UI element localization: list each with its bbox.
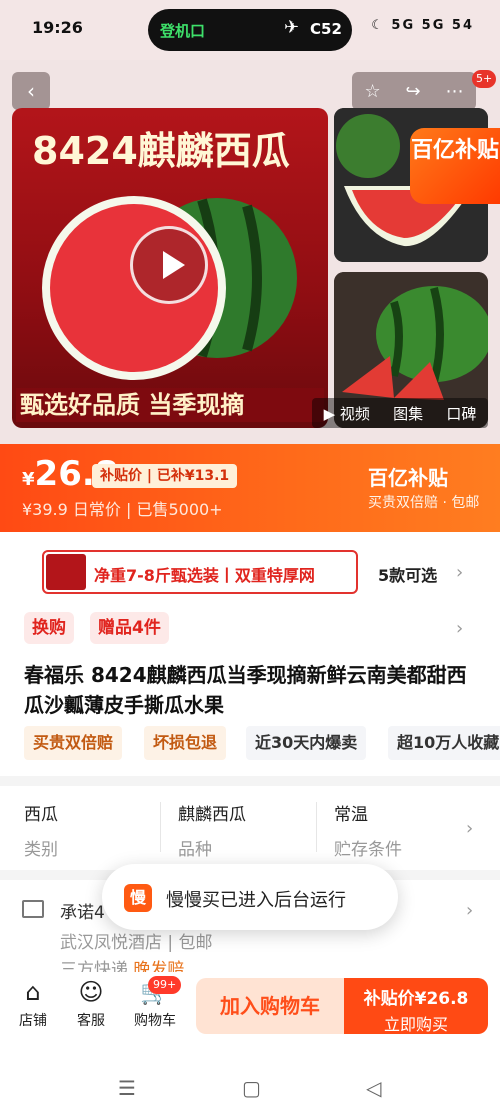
feature-damage-return: 坏损包退 [144, 726, 227, 760]
chevron-right-icon[interactable]: › [466, 818, 473, 839]
buy-now-button[interactable]: 补贴价¥26.8 立即购买 [344, 978, 488, 1034]
chevron-right-icon[interactable]: › [456, 618, 463, 639]
spec-label: 净重7-8斤甄选装丨双重特厚网 [94, 566, 315, 585]
star-icon[interactable]: ☆ [364, 81, 380, 102]
app-logo-icon: 慢 [124, 884, 152, 912]
attr-value: 西瓜 [24, 805, 58, 825]
home-icon[interactable]: ▢ [242, 1076, 261, 1100]
section-divider [0, 776, 500, 786]
image-title: 8424麒麟西瓜 [32, 129, 290, 173]
back-icon[interactable]: ◁ [366, 1076, 381, 1100]
attr-key: 品种 [178, 840, 212, 860]
attr-category: 西瓜 类别 [24, 800, 58, 860]
dynamic-island[interactable]: 登机口 ✈ C52 [148, 9, 352, 51]
buy-label: 立即购买 [383, 1015, 448, 1034]
chevron-right-icon[interactable]: › [466, 900, 473, 921]
top-action-group: ☆ ↪ ⋯ [352, 72, 476, 110]
attr-variety: 麒麟西瓜 品种 [178, 800, 246, 860]
attr-value: 常温 [334, 805, 368, 825]
buy-price: 补贴价¥26.8 [363, 989, 469, 1009]
store-label: 店铺 [19, 1013, 47, 1029]
system-navigation-bar: ☰ ▢ ◁ [0, 1062, 500, 1118]
toast-message: 慢慢买已进入后台运行 [166, 890, 346, 911]
bottom-action-bar: ⌂ 店铺 ☺ 客服 🛒 购物车 99+ 加入购物车 补贴价¥26.8 立即购买 [0, 972, 500, 1046]
billion-subsidy-tag: 百亿补贴 [410, 128, 500, 204]
tag-trade-in[interactable]: 换购 [24, 612, 74, 644]
chevron-right-icon[interactable]: › [456, 562, 463, 583]
media-tabs: ▶ 视频 图集 口碑 [312, 398, 488, 428]
tab-gallery[interactable]: 图集 [393, 403, 423, 424]
cart-label: 购物车 [134, 1013, 176, 1029]
attr-value: 麒麟西瓜 [178, 805, 246, 825]
cart-count-badge: 99+ [148, 976, 182, 994]
store-button[interactable]: ⌂ 店铺 [8, 978, 58, 1030]
attr-storage: 常温 贮存条件 [334, 800, 402, 860]
chevron-left-icon: ‹ [27, 79, 35, 103]
tag-gifts[interactable]: 赠品4件 [90, 612, 169, 644]
gate-number: C52 [310, 20, 342, 38]
play-video-button[interactable] [130, 226, 208, 304]
service-label: 客服 [77, 1013, 105, 1029]
more-icon[interactable]: ⋯ [446, 81, 464, 102]
plane-icon: ✈ [284, 17, 300, 38]
product-title: 春福乐 8424麒麟西瓜当季现摘新鲜云南美都甜西瓜沙瓤薄皮手撕瓜水果 [24, 663, 467, 717]
attr-key: 贮存条件 [334, 840, 402, 860]
back-button[interactable]: ‹ [12, 72, 50, 110]
subsidy-chip: 补贴价 | 已补¥13.1 [92, 464, 238, 488]
price-subline: ¥39.9 日常价 | 已售5000+ [22, 500, 223, 519]
status-icons: ☾ 5G 5G 54 [371, 18, 474, 33]
brand-subtext: 买贵双倍赔 · 包邮 [368, 495, 480, 511]
feature-double-refund: 买贵双倍赔 [24, 726, 123, 760]
main-product-image[interactable]: 8424麒麟西瓜 甄选好品质 当季现摘 [12, 108, 328, 428]
billion-subsidy-brand: 百亿补贴 [368, 466, 448, 490]
customer-service-icon: ☺ [78, 978, 104, 1006]
feature-favorites: 超10万人收藏 [388, 726, 500, 760]
status-time: 19:26 [32, 18, 83, 37]
add-to-cart-button[interactable]: 加入购物车 [196, 978, 344, 1034]
notification-badge: 5+ [472, 70, 497, 88]
store-icon: ⌂ [25, 978, 41, 1006]
attr-divider [316, 802, 317, 852]
price-bar: ¥26.8 补贴价 | 已补¥13.1 ¥39.9 日常价 | 已售5000+ … [0, 444, 500, 532]
spec-count[interactable]: 5款可选 [378, 562, 437, 586]
image-caption: 甄选好品质 当季现摘 [16, 388, 324, 422]
menu-icon[interactable]: ☰ [118, 1076, 136, 1100]
spec-selector[interactable]: 净重7-8斤甄选装丨双重特厚网 [42, 550, 358, 594]
attr-divider [160, 802, 161, 852]
feature-hot-selling: 近30天内爆卖 [246, 726, 367, 760]
truck-icon [22, 900, 44, 918]
share-icon[interactable]: ↪ [406, 81, 421, 102]
tab-video[interactable]: ▶ 视频 [324, 403, 370, 424]
currency-symbol: ¥ [22, 469, 35, 490]
spec-thumbnail [46, 554, 86, 590]
status-bar: 19:26 登机口 ✈ C52 ☾ 5G 5G 54 [0, 0, 500, 60]
attr-key: 类别 [24, 840, 58, 860]
customer-service-button[interactable]: ☺ 客服 [66, 978, 116, 1030]
tab-reviews[interactable]: 口碑 [446, 403, 476, 424]
gate-label: 登机口 [160, 22, 206, 40]
shipping-promise[interactable]: 承诺4 [60, 898, 105, 923]
shipping-origin: 武汉凤悦酒店 | 包邮 [60, 933, 213, 953]
toast-notification: 慢 慢慢买已进入后台运行 [102, 864, 398, 930]
